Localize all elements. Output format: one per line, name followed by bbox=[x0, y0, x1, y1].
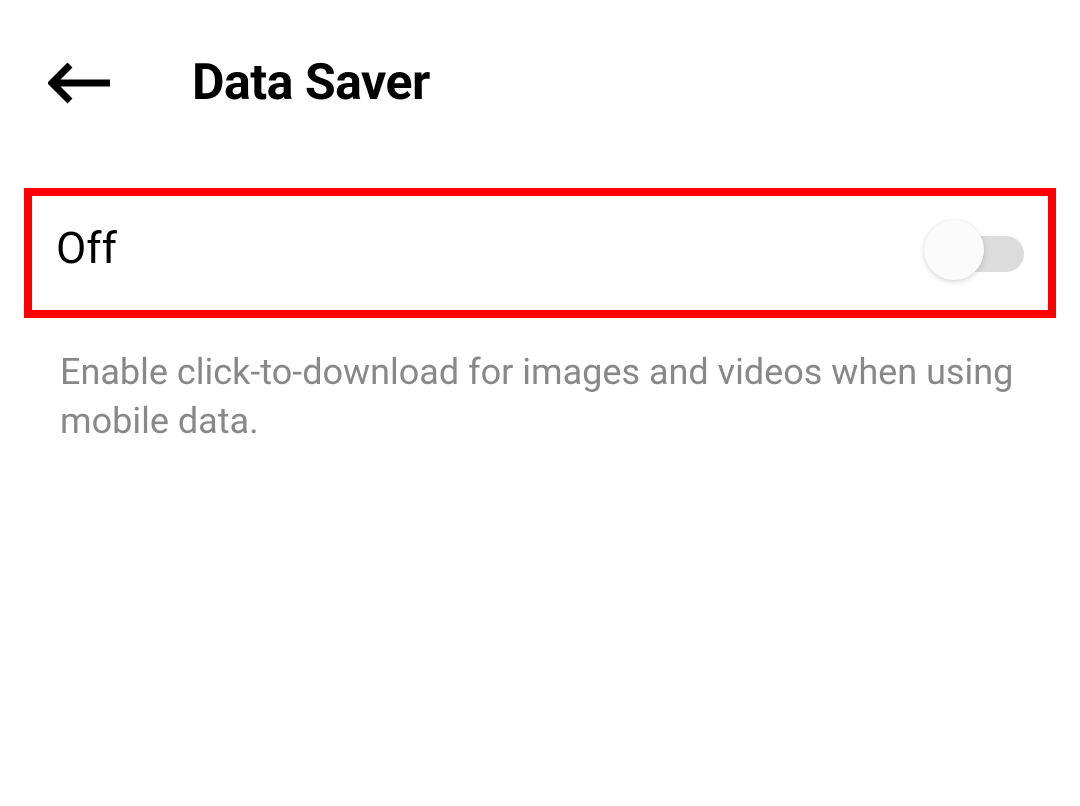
toggle-label: Off bbox=[56, 222, 117, 274]
data-saver-toggle-row[interactable]: Off bbox=[24, 188, 1056, 318]
page-title: Data Saver bbox=[192, 54, 430, 112]
back-button[interactable] bbox=[48, 61, 112, 105]
data-saver-toggle[interactable] bbox=[928, 228, 1024, 268]
header: Data Saver bbox=[0, 0, 1080, 152]
arrow-left-icon bbox=[48, 61, 112, 105]
setting-description: Enable click-to-download for images and … bbox=[0, 318, 1080, 445]
toggle-thumb bbox=[924, 220, 984, 280]
